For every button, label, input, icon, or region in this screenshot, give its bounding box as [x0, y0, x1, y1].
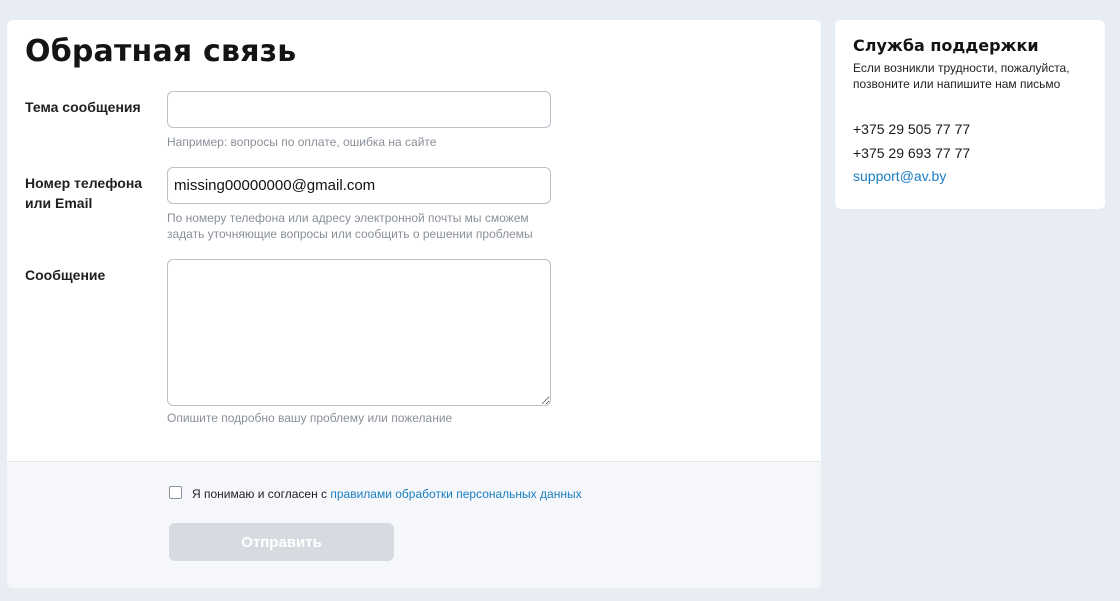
support-email-link[interactable]: support@av.by — [853, 166, 946, 186]
contact-input[interactable] — [167, 167, 551, 204]
submit-button[interactable]: Отправить — [169, 523, 394, 561]
support-card: Служба поддержки Если возникли трудности… — [835, 20, 1105, 209]
support-phone-2[interactable]: +375 29 693 77 77 — [853, 143, 970, 163]
subject-hint: Например: вопросы по оплате, ошибка на с… — [167, 135, 437, 149]
privacy-policy-link[interactable]: правилами обработки персональных данных — [330, 487, 581, 501]
support-phone-1[interactable]: +375 29 505 77 77 — [853, 119, 970, 139]
support-title: Служба поддержки — [853, 36, 1039, 55]
message-hint: Опишите подробно вашу проблему или пожел… — [167, 411, 453, 425]
message-label: Сообщение — [25, 267, 106, 283]
consent-checkbox[interactable] — [169, 486, 182, 499]
page-title: Обратная связь — [25, 34, 297, 69]
consent-text: Я понимаю и согласен с правилами обработ… — [192, 486, 582, 502]
support-text: Если возникли трудности, пожалуйста, поз… — [853, 61, 1070, 91]
contact-hint: По номеру телефона или адресу электронно… — [167, 211, 533, 241]
feedback-form-card: Обратная связь Тема сообщения Например: … — [7, 20, 821, 588]
subject-input[interactable] — [167, 91, 551, 128]
consent-label: Я понимаю и согласен с — [192, 487, 331, 501]
subject-label: Тема сообщения — [25, 99, 141, 115]
contact-label: Номер телефона или Email — [25, 175, 143, 211]
message-textarea[interactable] — [167, 259, 551, 406]
form-footer: Я понимаю и согласен с правилами обработ… — [7, 461, 821, 588]
